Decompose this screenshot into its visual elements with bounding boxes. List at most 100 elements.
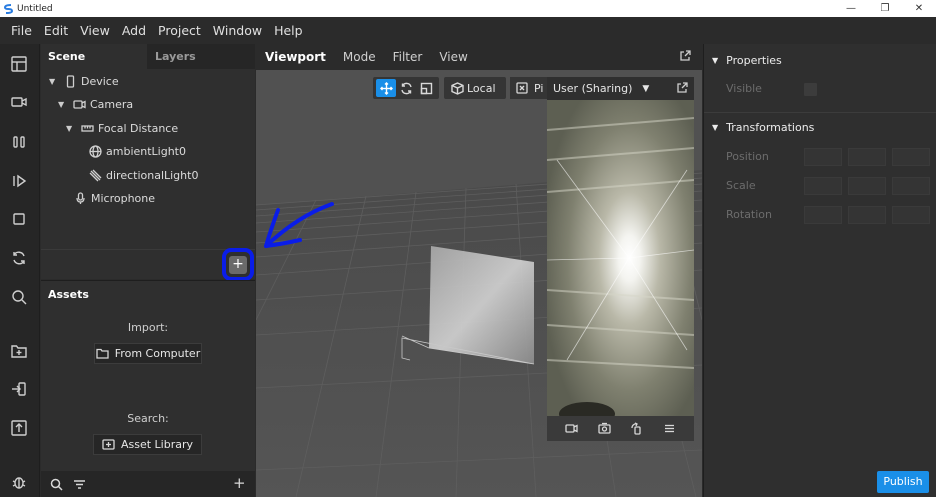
menu-project[interactable]: Project (153, 23, 206, 38)
phone-icon (63, 74, 77, 88)
bug-icon[interactable] (9, 472, 29, 492)
left-toolbar (0, 44, 40, 497)
preview-source-select[interactable]: User (Sharing) (553, 82, 632, 95)
pivot-label: Pi (534, 81, 544, 95)
upload-icon[interactable] (9, 418, 29, 438)
tree-item-focal-distance[interactable]: ▼ Focal Distance (66, 118, 178, 138)
record-video-icon[interactable] (565, 422, 578, 435)
scale-x-field[interactable] (804, 177, 842, 195)
tree-item-camera[interactable]: ▼ Camera (58, 94, 133, 114)
menu-edit[interactable]: Edit (39, 23, 73, 38)
position-label: Position (726, 150, 769, 163)
switch-camera-icon[interactable] (597, 422, 611, 435)
cube-icon[interactable] (447, 79, 467, 97)
position-z-field[interactable] (892, 148, 930, 166)
viewport-panel[interactable]: Viewport Mode Filter View Local Pi User … (256, 44, 702, 497)
menu-bar: File Edit View Add Project Window Help (0, 17, 936, 44)
search-label: Search: (127, 412, 169, 425)
menu-window[interactable]: Window (208, 23, 267, 38)
annotation-highlight-circle (222, 248, 254, 281)
popout-icon[interactable] (679, 50, 691, 62)
transformations-section[interactable]: ▼ Transformations (712, 118, 814, 136)
tab-scene[interactable]: Scene (41, 44, 147, 69)
properties-section[interactable]: ▼ Properties (712, 51, 782, 69)
layout-icon[interactable] (9, 54, 29, 74)
viewport-toolbar: Local (373, 77, 511, 99)
add-asset-button[interactable]: + (233, 474, 246, 492)
menu-view[interactable]: View (75, 23, 115, 38)
scale-y-field[interactable] (848, 177, 886, 195)
move-icon[interactable] (376, 79, 396, 97)
expand-arrow-icon[interactable]: ▼ (49, 77, 63, 86)
refresh-icon[interactable] (9, 248, 29, 268)
pivot-mode-pill[interactable]: Pi (510, 77, 550, 99)
viewport-header: Viewport Mode Filter View (256, 44, 702, 70)
folder-add-icon[interactable] (9, 341, 29, 361)
scale-icon[interactable] (416, 79, 436, 97)
tree-item-microphone[interactable]: Microphone (73, 188, 155, 208)
assets-panel: Assets Import: From Computer Search: Ass… (41, 280, 255, 497)
tab-filter[interactable]: Filter (393, 50, 423, 64)
preview-footer (547, 416, 694, 441)
menu-file[interactable]: File (6, 23, 37, 38)
menu-icon[interactable] (663, 422, 676, 435)
video-camera-icon[interactable] (9, 92, 29, 112)
asset-library-button[interactable]: Asset Library (93, 434, 202, 455)
scale-z-field[interactable] (892, 177, 930, 195)
import-label: Import: (127, 321, 169, 334)
tree-item-device[interactable]: ▼ Device (49, 71, 119, 91)
close-box-icon (516, 82, 528, 94)
preview-header: User (Sharing) ▼ (547, 77, 694, 100)
visible-checkbox[interactable] (804, 83, 817, 96)
restore-button[interactable]: ❐ (868, 0, 902, 17)
position-y-field[interactable] (848, 148, 886, 166)
rotate-device-icon[interactable] (630, 422, 643, 435)
publish-button[interactable]: Publish (877, 471, 929, 493)
asset-library-icon (102, 439, 115, 450)
tab-view[interactable]: View (439, 50, 467, 64)
tab-viewport[interactable]: Viewport (265, 50, 326, 64)
close-button[interactable]: ✕ (902, 0, 936, 17)
transformations-title: Transformations (726, 120, 815, 134)
camera-icon (72, 97, 86, 111)
tree-item-ambient-light[interactable]: ambientLight0 (88, 141, 186, 161)
stop-icon[interactable] (9, 209, 29, 229)
scene-panel: Scene Layers ▼ Device ▼ Camera ▼ Focal D… (41, 44, 255, 281)
rotate-icon[interactable] (396, 79, 416, 97)
globe-icon (88, 144, 102, 158)
folder-icon (96, 348, 109, 359)
rotation-x-field[interactable] (804, 206, 842, 224)
expand-arrow-icon[interactable]: ▼ (712, 123, 718, 132)
rotation-y-field[interactable] (848, 206, 886, 224)
tree-item-directional-light[interactable]: directionalLight0 (88, 165, 198, 185)
filter-icon[interactable] (73, 478, 86, 491)
expand-arrow-icon[interactable]: ▼ (58, 100, 72, 109)
tree-item-label: ambientLight0 (106, 144, 186, 158)
expand-arrow-icon[interactable]: ▼ (66, 124, 80, 133)
app-logo-icon (4, 3, 13, 14)
local-space-label[interactable]: Local (467, 82, 496, 95)
menu-add[interactable]: Add (117, 23, 151, 38)
search-icon[interactable] (9, 287, 29, 307)
minimize-button[interactable]: — (834, 0, 868, 17)
properties-title: Properties (726, 53, 782, 67)
rotation-z-field[interactable] (892, 206, 930, 224)
tree-item-label: Camera (90, 97, 134, 111)
menu-help[interactable]: Help (269, 23, 308, 38)
window-title: Untitled (17, 3, 53, 14)
tab-layers[interactable]: Layers (147, 44, 196, 69)
popout-icon[interactable] (676, 82, 688, 94)
import-device-icon[interactable] (9, 379, 29, 399)
tab-mode[interactable]: Mode (343, 50, 376, 64)
from-computer-button[interactable]: From Computer (94, 343, 202, 364)
tree-item-label: directionalLight0 (106, 168, 199, 182)
search-icon[interactable] (50, 478, 63, 491)
step-forward-icon[interactable] (9, 171, 29, 191)
annotation-arrow (264, 202, 334, 248)
chevron-down-icon[interactable]: ▼ (642, 84, 649, 94)
pause-icon[interactable] (9, 132, 29, 152)
expand-arrow-icon[interactable]: ▼ (712, 56, 718, 65)
position-x-field[interactable] (804, 148, 842, 166)
tree-item-label: Device (81, 74, 119, 88)
camera-preview-panel: User (Sharing) ▼ (547, 77, 694, 441)
